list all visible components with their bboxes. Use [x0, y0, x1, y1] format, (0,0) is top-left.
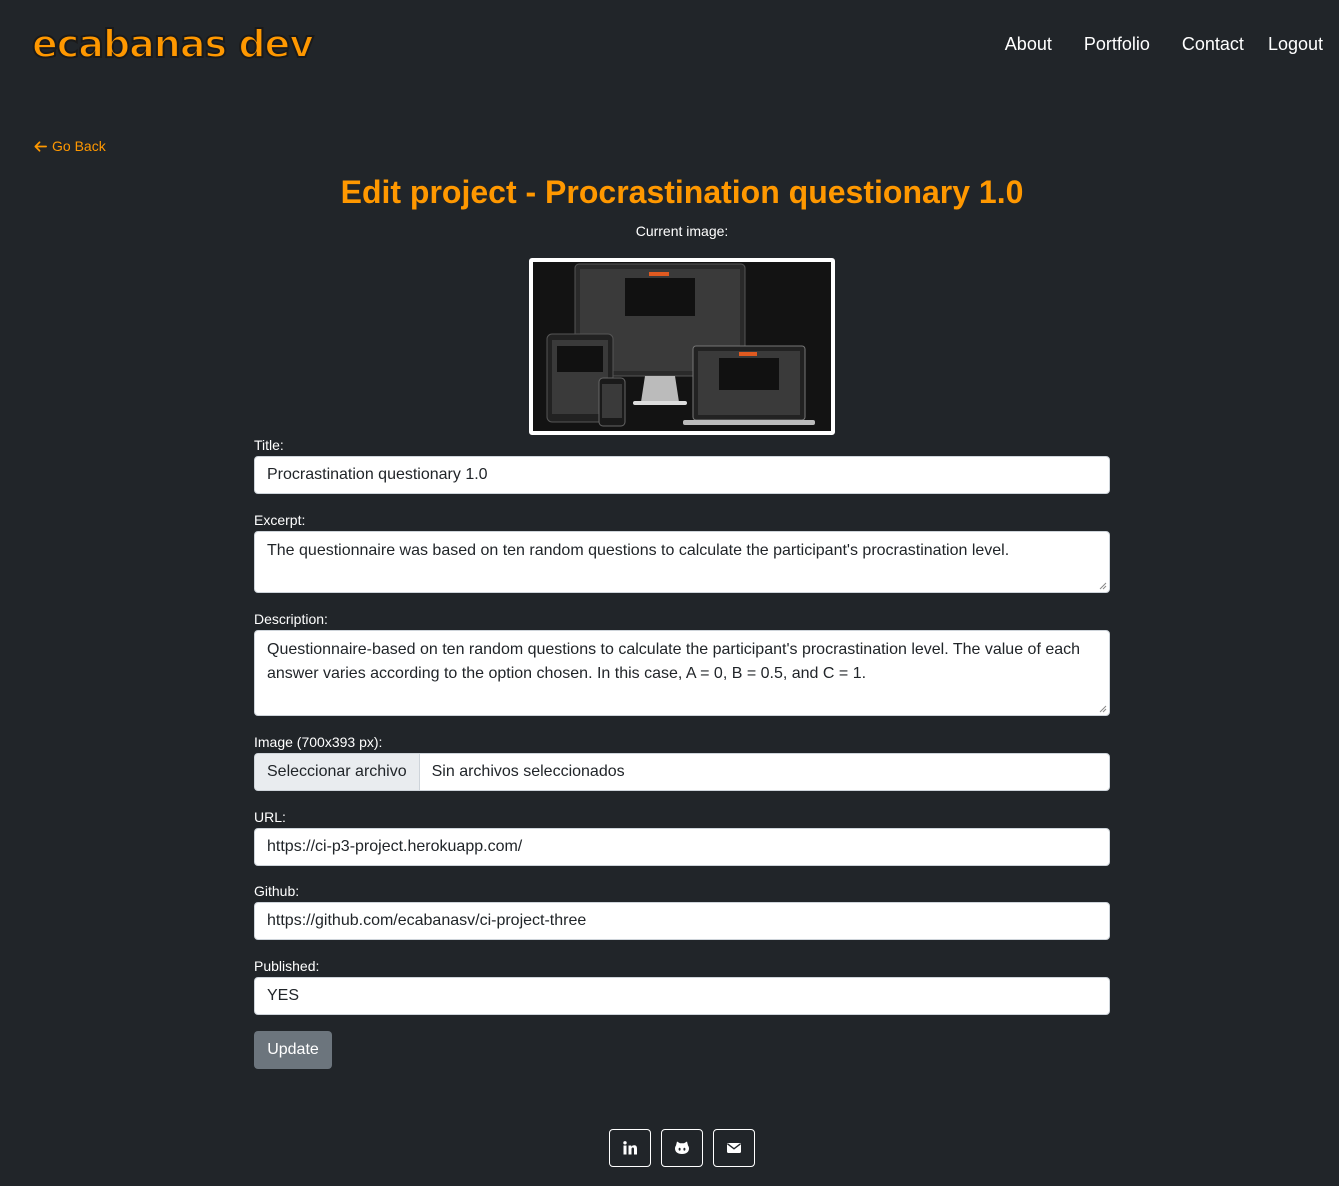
published-label: Published: [254, 958, 320, 974]
excerpt-textarea[interactable]: The questionnaire was based on ten rando… [254, 531, 1110, 593]
choose-file-button[interactable]: Seleccionar archivo [255, 754, 420, 790]
image-label: Image (700x393 px): [254, 734, 383, 750]
nav-links: About Portfolio Contact Logout [1005, 32, 1323, 56]
linkedin-link[interactable] [609, 1129, 651, 1167]
arrow-left-icon [34, 140, 47, 152]
nav-logout-link[interactable]: Logout [1268, 32, 1323, 56]
title-label: Title: [254, 437, 284, 453]
excerpt-field: Excerpt: The questionnaire was based on … [254, 511, 1110, 593]
description-text: Questionnaire-based on ten random questi… [267, 641, 1081, 682]
current-image-label: Current image: [635, 223, 729, 239]
description-field: Description: Questionnaire-based on ten … [254, 610, 1110, 716]
update-button[interactable]: Update [254, 1031, 332, 1069]
nav-about-link[interactable]: About [1005, 32, 1052, 56]
published-select[interactable]: YES [254, 977, 1110, 1015]
resize-grip-icon[interactable] [1099, 582, 1107, 590]
resize-grip-icon[interactable] [1099, 705, 1107, 713]
go-back-label: Go Back [52, 138, 106, 154]
title-field: Title: Procrastination questionary 1.0 [254, 436, 1110, 494]
current-project-image [529, 258, 835, 435]
linkedin-icon [623, 1141, 637, 1155]
github-label: Github: [254, 883, 300, 899]
url-input[interactable]: https://ci-p3-project.herokuapp.com/ [254, 828, 1110, 866]
go-back-link[interactable]: Go Back [33, 138, 106, 154]
github-icon [675, 1141, 689, 1154]
url-label: URL: [254, 809, 286, 825]
page-title: Edit project - Procrastination questiona… [340, 174, 1024, 210]
nav-contact-link[interactable]: Contact [1182, 32, 1244, 56]
file-status-text: Sin archivos seleccionados [431, 763, 625, 780]
excerpt-text: The questionnaire was based on ten rando… [267, 542, 1010, 559]
excerpt-label: Excerpt: [254, 512, 306, 528]
device-mockup-illustration [533, 262, 831, 431]
github-input[interactable]: https://github.com/ecabanasv/ci-project-… [254, 902, 1110, 940]
navbar: ecabanas dev About Portfolio Contact Log… [0, 0, 1339, 88]
brand-logo[interactable]: ecabanas dev [31, 20, 315, 68]
email-link[interactable] [713, 1129, 755, 1167]
image-file-input[interactable]: Seleccionar archivo Sin archivos selecci… [254, 753, 1110, 791]
envelope-icon [727, 1143, 741, 1153]
description-label: Description: [254, 611, 328, 627]
github-link[interactable] [661, 1129, 703, 1167]
url-field: URL: https://ci-p3-project.herokuapp.com… [254, 808, 1110, 866]
nav-portfolio-link[interactable]: Portfolio [1084, 32, 1150, 56]
published-field: Published: YES [254, 957, 1110, 1015]
title-input[interactable]: Procrastination questionary 1.0 [254, 456, 1110, 494]
github-field: Github: https://github.com/ecabanasv/ci-… [254, 882, 1110, 940]
description-textarea[interactable]: Questionnaire-based on ten random questi… [254, 630, 1110, 716]
footer-social-links [609, 1129, 755, 1167]
image-field: Image (700x393 px): Seleccionar archivo … [254, 733, 1110, 791]
